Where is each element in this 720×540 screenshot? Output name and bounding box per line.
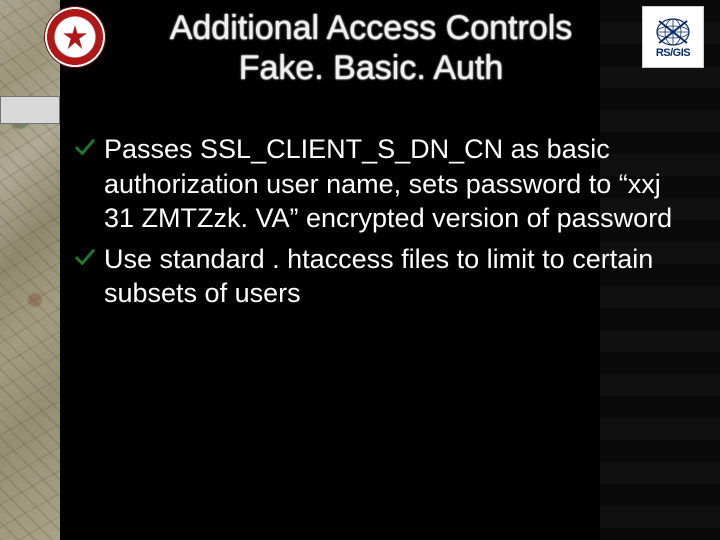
checkmark-icon (74, 136, 96, 158)
bullet-text: Passes SSL_CLIENT_S_DN_CN as basic autho… (104, 134, 672, 233)
seal-logo-icon (44, 6, 106, 68)
rsgis-logo: RS/GIS (642, 6, 704, 68)
bullet-list: Passes SSL_CLIENT_S_DN_CN as basic autho… (74, 132, 680, 317)
bullet-text: Use standard . htaccess files to limit t… (104, 244, 653, 309)
rsgis-logo-text: RS/GIS (656, 47, 690, 59)
list-item: Passes SSL_CLIENT_S_DN_CN as basic autho… (74, 132, 680, 236)
globe-icon (653, 15, 693, 49)
title-line-2: Fake. Basic. Auth (239, 49, 504, 87)
slide-title: Additional Access Controls Fake. Basic. … (112, 8, 630, 88)
title-line-1: Additional Access Controls (170, 9, 573, 47)
checkmark-icon (74, 246, 96, 268)
list-item: Use standard . htaccess files to limit t… (74, 242, 680, 311)
left-map-decoration (0, 0, 60, 540)
